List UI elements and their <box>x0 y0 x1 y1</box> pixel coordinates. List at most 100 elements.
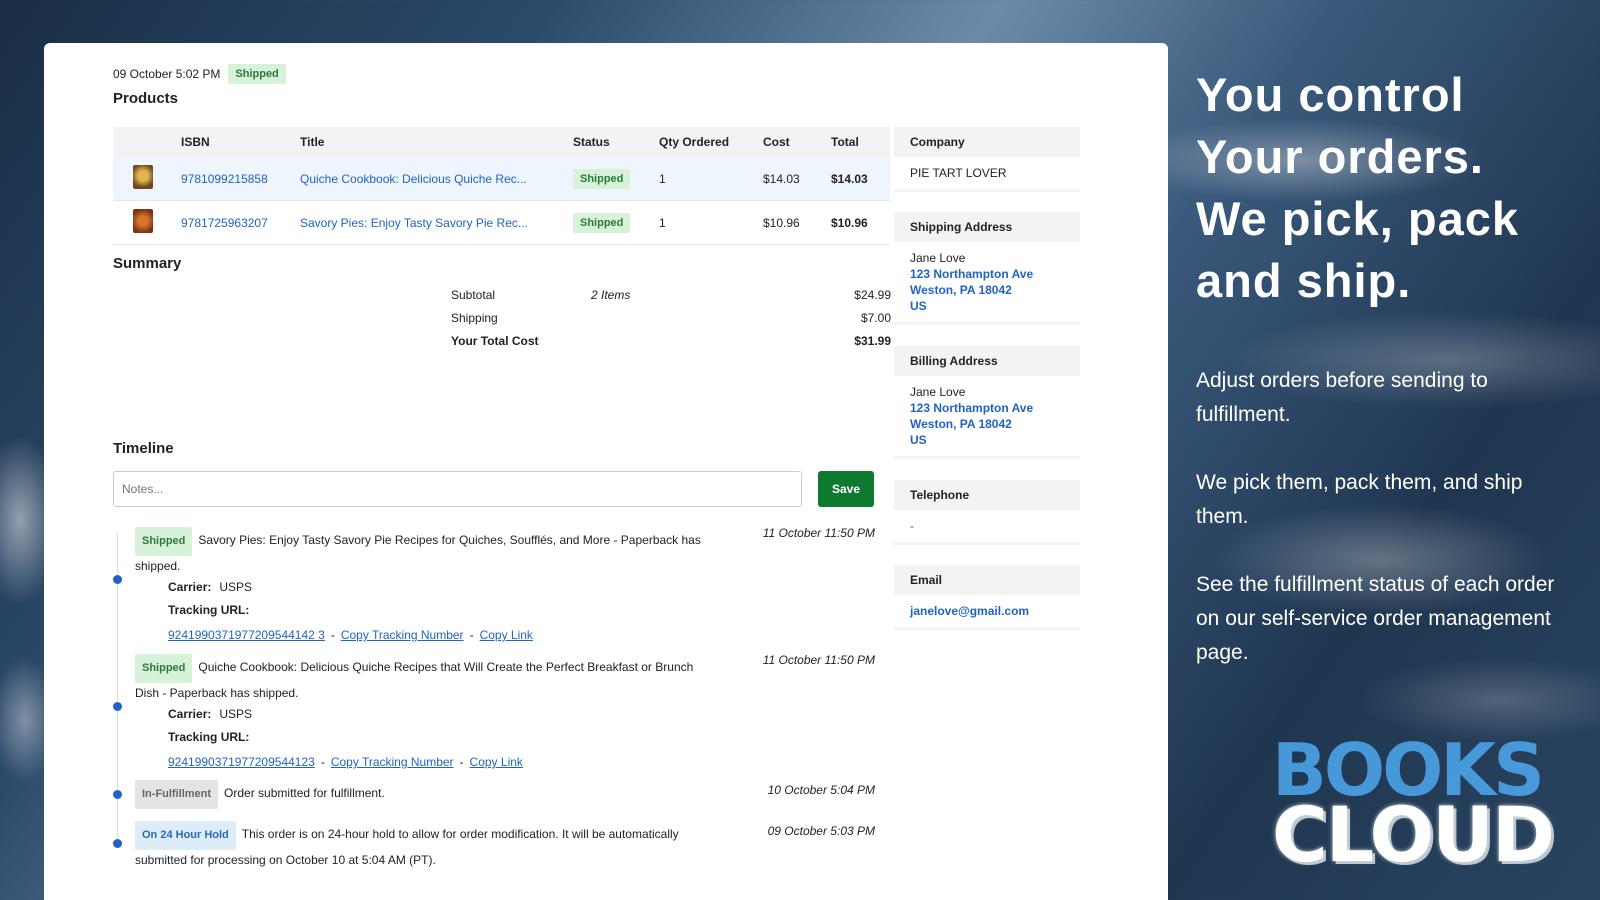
marketing-panel: You control Your orders. We pick, pack a… <box>1196 64 1576 704</box>
products-header-row: ISBN Title Status Qty Ordered Cost Total <box>113 127 890 157</box>
billing-street: 123 Northampton Ave <box>910 401 1034 415</box>
shipping-street: 123 Northampton Ave <box>910 267 1034 281</box>
timeline-heading: Timeline <box>113 440 174 457</box>
isbn-link[interactable]: 9781099215858 <box>181 172 268 186</box>
copy-tracking-number-link[interactable]: Copy Tracking Number <box>341 628 464 642</box>
order-panel: 09 October 5:02 PM Shipped Products ISBN… <box>44 43 1168 900</box>
timeline-entry: 11 October 11:50 PM Shipped Savory Pies: … <box>113 526 875 648</box>
cost-cell: $10.96 <box>755 200 823 245</box>
marketing-paragraph: Adjust orders before sending to fulfillm… <box>1196 369 1488 426</box>
carrier-value: USPS <box>219 707 253 721</box>
timeline-badge: Shipped <box>135 527 193 556</box>
headline-line: Your orders. <box>1196 130 1484 183</box>
title-link[interactable]: Savory Pies: Enjoy Tasty Savory Pie Rec.… <box>300 216 528 230</box>
table-row[interactable]: 9781725963207 Savory Pies: Enjoy Tasty S… <box>113 200 890 245</box>
billing-address-label: Billing Address <box>894 346 1080 376</box>
status-badge: Shipped <box>573 212 631 233</box>
email-card: Email janelove@gmail.com <box>894 565 1080 630</box>
logo-line-books: BOOKS <box>1272 728 1545 812</box>
order-summary: Subtotal 2 Items $24.99 Shipping $7.00 Y… <box>451 283 891 352</box>
timeline-entry: 09 October 5:03 PM On 24 Hour Hold This o… <box>113 821 875 871</box>
copy-link[interactable]: Copy Link <box>480 628 533 642</box>
save-button[interactable]: Save <box>818 471 874 507</box>
column-header-cost: Cost <box>755 127 823 157</box>
timeline-text: Order submitted for fulfillment. <box>224 786 385 800</box>
order-datetime: 09 October 5:02 PM <box>113 67 221 81</box>
notes-input[interactable] <box>113 471 802 507</box>
total-cost-value: $31.99 <box>854 333 891 348</box>
column-header-status: Status <box>565 127 651 157</box>
shipping-label: Shipping <box>451 310 498 325</box>
timeline-badge: Shipped <box>135 654 193 683</box>
timeline-badge: On 24 Hour Hold <box>135 821 236 850</box>
summary-shipping-row: Shipping $7.00 <box>451 306 891 329</box>
copy-tracking-number-link[interactable]: Copy Tracking Number <box>331 755 454 769</box>
tracking-number-link[interactable]: 9241990371977209544142 3 <box>168 628 325 642</box>
billing-country: US <box>910 433 927 447</box>
tracking-label: Tracking URL: <box>168 603 250 617</box>
company-value: PIE TART LOVER <box>894 157 1080 192</box>
column-header-qty: Qty Ordered <box>651 127 755 157</box>
marketing-copy: Adjust orders before sending to fulfillm… <box>1196 364 1571 670</box>
timeline-text: Savory Pies: Enjoy Tasty Savory Pie Reci… <box>135 533 701 573</box>
cost-cell: $14.03 <box>755 157 823 201</box>
copy-link[interactable]: Copy Link <box>470 755 523 769</box>
products-table: ISBN Title Status Qty Ordered Cost Total… <box>113 127 890 245</box>
title-link[interactable]: Quiche Cookbook: Delicious Quiche Rec... <box>300 172 527 186</box>
shipping-name: Jane Love <box>910 251 966 265</box>
shipping-city: Weston, PA 18042 <box>910 283 1012 297</box>
timeline-entry: 11 October 11:50 PM Shipped Quiche Cookbo… <box>113 653 875 775</box>
column-header-total: Total <box>823 127 890 157</box>
headline-line: You control <box>1196 68 1465 121</box>
isbn-link[interactable]: 9781725963207 <box>181 216 268 230</box>
order-status-badge: Shipped <box>228 64 286 84</box>
telephone-label: Telephone <box>894 480 1080 510</box>
timeline-text: Quiche Cookbook: Delicious Quiche Recipe… <box>135 660 694 700</box>
company-card: Company PIE TART LOVER <box>894 127 1080 192</box>
marketing-headline: You control Your orders. We pick, pack a… <box>1196 64 1576 312</box>
subtotal-value: $24.99 <box>854 287 891 302</box>
column-header-isbn: ISBN <box>173 127 292 157</box>
email-link[interactable]: janelove@gmail.com <box>894 595 1080 630</box>
carrier-label: Carrier: <box>168 707 212 721</box>
books-cloud-logo: BOOKS CLOUD <box>1272 728 1572 873</box>
headline-line: and ship. <box>1196 254 1412 307</box>
column-header-title: Title <box>292 127 565 157</box>
billing-city: Weston, PA 18042 <box>910 417 1012 431</box>
summary-heading: Summary <box>113 255 182 272</box>
total-cell: $10.96 <box>823 200 890 245</box>
qty-cell: 1 <box>651 157 755 201</box>
timeline-dot-icon <box>113 702 122 711</box>
shipping-country: US <box>910 299 927 313</box>
timeline-date: 09 October 5:03 PM <box>767 824 875 838</box>
qty-cell: 1 <box>651 200 755 245</box>
shipping-value: $7.00 <box>860 310 891 325</box>
marketing-paragraph: We pick them, pack them, and ship them. <box>1196 471 1523 528</box>
timeline-dot-icon <box>113 790 122 799</box>
marketing-paragraph: See the fulfillment status of each order… <box>1196 573 1555 664</box>
timeline-entry: 10 October 5:04 PM In-Fulfillment Order s… <box>113 780 875 809</box>
carrier-label: Carrier: <box>168 580 212 594</box>
book-cover-icon <box>133 165 153 189</box>
email-label: Email <box>894 565 1080 595</box>
order-header: 09 October 5:02 PM Shipped <box>113 64 286 84</box>
timeline-date: 11 October 11:50 PM <box>762 653 875 667</box>
total-cost-label: Your Total Cost <box>451 333 539 348</box>
telephone-card: Telephone - <box>894 480 1080 545</box>
tracking-number-link[interactable]: 9241990371977209544123 <box>168 755 315 769</box>
table-row[interactable]: 9781099215858 Quiche Cookbook: Delicious… <box>113 157 890 201</box>
shipping-address-card: Shipping Address Jane Love 123 Northampt… <box>894 212 1080 325</box>
billing-name: Jane Love <box>910 385 966 399</box>
tracking-label: Tracking URL: <box>168 730 250 744</box>
summary-subtotal-row: Subtotal 2 Items $24.99 <box>451 283 891 306</box>
timeline-dot-icon <box>113 839 122 848</box>
timeline-date: 11 October 11:50 PM <box>762 526 875 540</box>
company-label: Company <box>894 127 1080 157</box>
timeline-date: 10 October 5:04 PM <box>767 783 875 797</box>
items-count: 2 Items <box>591 287 631 302</box>
column-header-thumb <box>113 127 173 157</box>
summary-total-row: Your Total Cost $31.99 <box>451 329 891 352</box>
headline-line: We pick, pack <box>1196 192 1519 245</box>
shipping-address-label: Shipping Address <box>894 212 1080 242</box>
telephone-value: - <box>894 510 1080 545</box>
